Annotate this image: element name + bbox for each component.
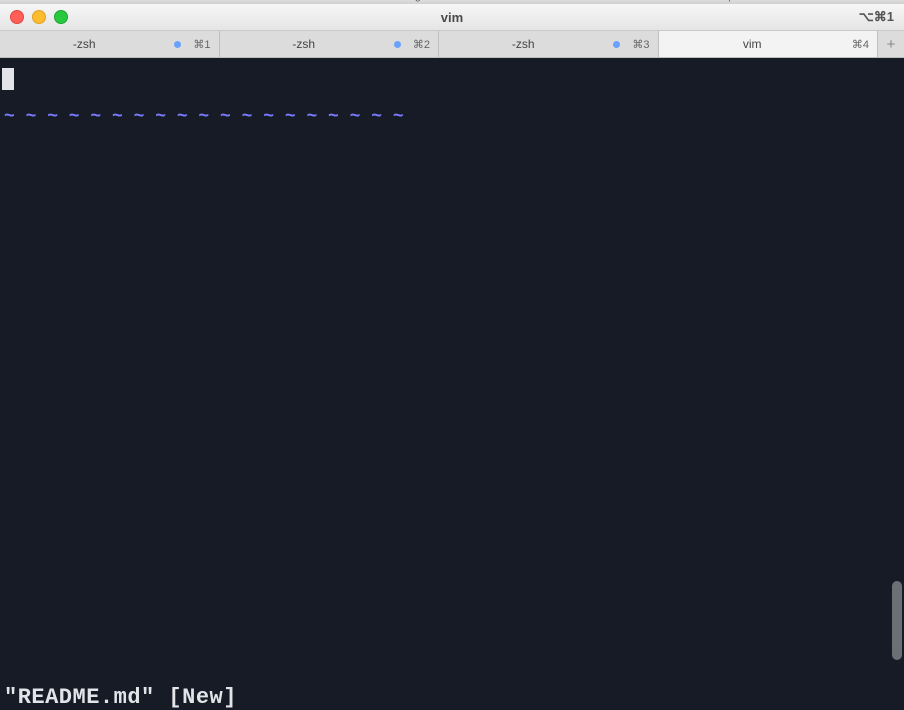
- terminal-tab[interactable]: -zsh ⌘1: [0, 31, 220, 57]
- background-tab-hint: Audible UK | Audi...: [670, 0, 765, 2]
- tab-shortcut: ⌘3: [626, 38, 657, 51]
- window-title: vim: [0, 10, 904, 25]
- background-tab-hint: The TimeZone Co...: [230, 0, 327, 2]
- tab-shortcut: ⌘4: [852, 38, 877, 51]
- tab-label: vim: [659, 37, 846, 51]
- cursor-block: [2, 68, 14, 90]
- terminal-tab[interactable]: -zsh ⌘2: [220, 31, 440, 57]
- activity-dot-icon: [174, 41, 181, 48]
- scrollbar-thumb[interactable]: [892, 581, 902, 659]
- new-tab-button[interactable]: +: [878, 31, 904, 57]
- activity-dot-icon: [613, 41, 620, 48]
- terminal-tab-bar: -zsh⌘1-zsh⌘2-zsh⌘3vim⌘4 +: [0, 31, 904, 58]
- window-title-bar: vim ⌥⌘1: [0, 4, 904, 31]
- background-tab-hint: Running Jobs on...: [380, 0, 472, 2]
- maximize-icon[interactable]: [54, 10, 68, 24]
- background-tab-hint: K Handbook: Trai...: [520, 0, 614, 2]
- tab-shortcut: ⌘1: [187, 38, 218, 51]
- tab-label: -zsh: [439, 37, 607, 51]
- terminal-viewport[interactable]: ~ ~ ~ ~ ~ ~ ~ ~ ~ ~ ~ ~ ~ ~ ~ ~ ~ ~ ~ "R…: [0, 58, 904, 710]
- scrollbar[interactable]: [890, 58, 904, 710]
- vim-tilde-column: ~ ~ ~ ~ ~ ~ ~ ~ ~ ~ ~ ~ ~ ~ ~ ~ ~ ~ ~: [4, 102, 404, 133]
- minimize-icon[interactable]: [32, 10, 46, 24]
- tab-label: -zsh: [0, 37, 168, 51]
- editor-area[interactable]: ~ ~ ~ ~ ~ ~ ~ ~ ~ ~ ~ ~ ~ ~ ~ ~ ~ ~ ~: [0, 62, 890, 682]
- background-tab-hint: Online Course: Ma...: [70, 0, 171, 2]
- terminal-tab[interactable]: -zsh ⌘3: [439, 31, 659, 57]
- background-tab-hint: s=e...: [0, 0, 27, 2]
- tab-shortcut: ⌘2: [407, 38, 438, 51]
- vim-status-line: "README.md" [New]: [4, 685, 237, 710]
- plus-icon: +: [887, 36, 896, 53]
- close-icon[interactable]: [10, 10, 24, 24]
- terminal-tab[interactable]: vim ⌘4: [659, 31, 879, 57]
- activity-dot-icon: [394, 41, 401, 48]
- window-shortcut: ⌥⌘1: [859, 9, 894, 25]
- traffic-lights: [0, 10, 68, 24]
- tab-label: -zsh: [220, 37, 388, 51]
